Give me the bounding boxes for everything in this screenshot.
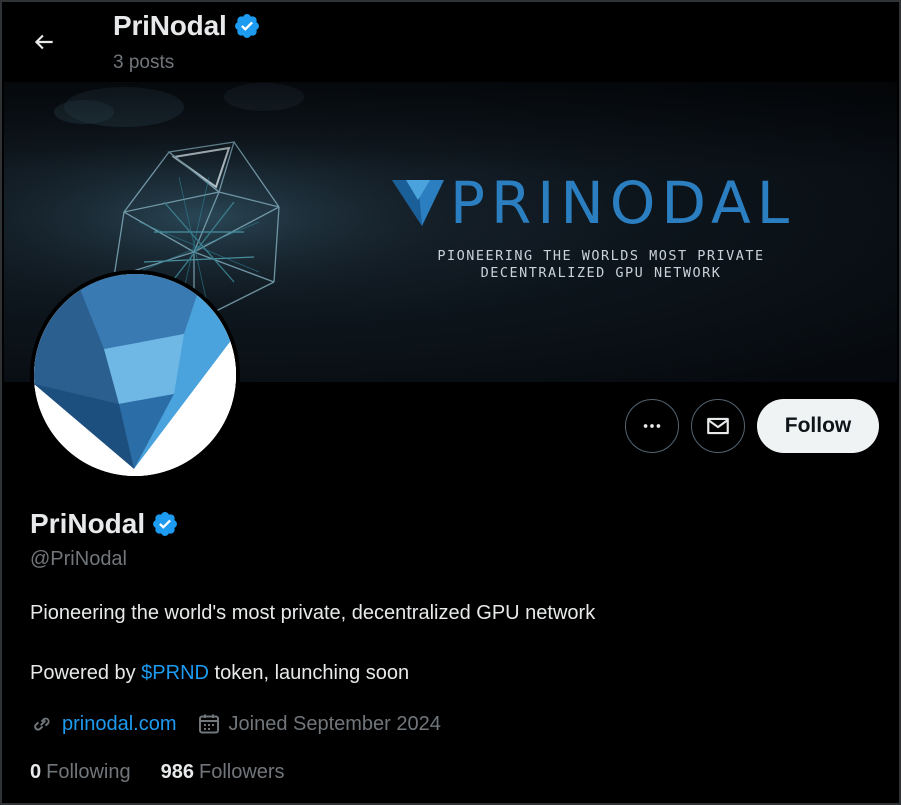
link-icon [34,717,50,731]
header-name: PriNodal [113,10,227,41]
banner-brand-word: PRINODAL [450,169,796,237]
profile-handle: @PriNodal [30,548,128,570]
bio-text-prefix: Powered by [30,662,142,684]
joined-date: Joined September 2024 [228,712,441,735]
prinodal-logo-icon [392,180,444,226]
mail-icon [707,417,729,435]
banner-brand: PRINODAL [392,174,795,232]
followers-label: Followers [198,761,285,783]
followers-link[interactable]: 986 Followers [161,761,285,784]
following-label: Following [46,761,131,783]
profile-name-row: PriNodal [30,508,179,540]
bio-line-1: Pioneering the world's most private, dec… [30,602,596,624]
profile-header-bar: PriNodal 3 posts [0,0,901,82]
banner-tagline-line1: PIONEERING THE WORLDS MOST PRIVATE [437,248,765,264]
calendar-icon [198,714,219,734]
follow-button[interactable]: Follow [757,399,879,453]
header-post-count: 3 posts [113,52,175,73]
banner-tagline-line2: DECENTRALIZED GPU NETWORK [480,265,722,281]
more-dots-icon [643,424,661,428]
bio-line-2: Powered by $PRND token, launching soon [30,662,409,685]
following-link[interactable]: 0 Following [30,761,131,784]
follow-stats-row: 0 Following 986 Followers [30,761,285,784]
following-count: 0 [30,761,42,783]
profile-meta-row: prinodal.com Joined September 2024 [30,712,441,736]
avatar-image [34,274,236,476]
message-button[interactable] [691,399,745,453]
header-title: PriNodal [113,10,261,42]
website-link[interactable]: prinodal.com [62,713,177,736]
cashtag-link[interactable]: $PRND [141,662,209,684]
verified-badge-icon [234,14,259,38]
profile-name: PriNodal [30,508,146,539]
arrow-left-icon [34,34,53,50]
more-options-button[interactable] [625,399,679,453]
avatar[interactable] [30,270,240,480]
bio-text-suffix: token, launching soon [208,662,410,684]
back-button[interactable] [22,20,66,64]
followers-count: 986 [160,761,194,783]
prinodal-avatar-logo-icon [34,274,236,476]
verified-badge-icon[interactable] [151,510,179,538]
